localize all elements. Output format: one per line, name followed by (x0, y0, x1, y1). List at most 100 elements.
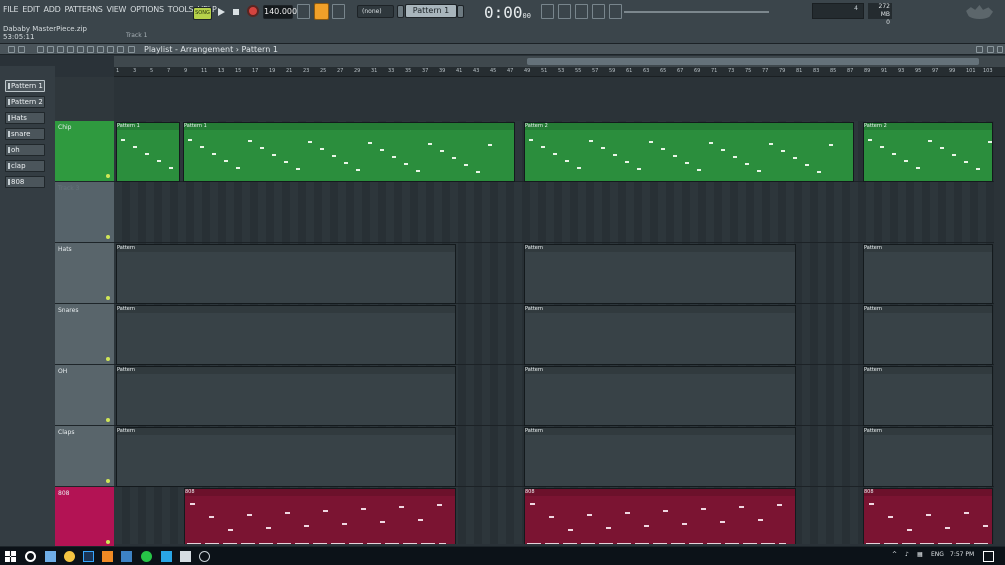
tempo-display[interactable]: 140.000 (263, 5, 297, 19)
horizontal-scrollbar[interactable] (114, 56, 1005, 67)
playlist-grid[interactable]: Pattern 1 Pattern 1 Pattern 2 Pattern 2 … (114, 77, 1005, 544)
plugin-browser-icon[interactable] (609, 4, 622, 19)
network-icon[interactable]: ▦ (917, 551, 923, 558)
song-mode-button[interactable]: SONG (193, 7, 212, 20)
master-volume-slider[interactable] (624, 11, 769, 13)
oh-clip[interactable]: Pattern (116, 366, 456, 426)
play-button[interactable] (215, 5, 227, 19)
telegram-icon[interactable] (161, 551, 172, 562)
search-icon[interactable] (25, 551, 36, 562)
midi-note (121, 139, 125, 141)
track-header-claps[interactable]: Claps (55, 426, 114, 487)
fl-studio-icon[interactable] (102, 551, 113, 562)
maximize-icon[interactable] (987, 46, 994, 53)
claps-clip[interactable]: Pattern (116, 427, 456, 487)
808-clip[interactable]: 808 (184, 488, 456, 544)
midi-note (248, 140, 252, 142)
pattern-item-snare[interactable]: snare (5, 128, 45, 140)
pattern-item-oh[interactable]: oh (5, 144, 45, 156)
tray-arrow-icon[interactable]: ^ (892, 551, 897, 558)
menu-options[interactable]: OPTIONS (130, 5, 164, 14)
hats-clip[interactable]: Pattern (524, 244, 796, 304)
snap-selector[interactable]: (none) (357, 5, 394, 18)
oh-clip[interactable]: Pattern (524, 366, 796, 426)
track-header-oh[interactable]: OH (55, 365, 114, 426)
menu-tools[interactable]: TOOLS (168, 5, 194, 14)
hats-clip[interactable]: Pattern (863, 244, 993, 304)
claps-clip[interactable]: Pattern (524, 427, 796, 487)
track-header-3[interactable]: Track 3 (55, 182, 114, 243)
pattern-next-button[interactable] (457, 5, 464, 18)
808-clip[interactable]: 808 (863, 488, 993, 544)
steam-icon[interactable] (180, 551, 191, 562)
pattern-item-2[interactable]: Pattern 2 (5, 96, 45, 108)
bass-note (701, 508, 706, 510)
slice-icon[interactable] (87, 46, 94, 53)
volume-icon[interactable]: ♪ (905, 551, 909, 558)
snares-clip[interactable]: Pattern (116, 305, 456, 365)
file-explorer-icon[interactable] (45, 551, 56, 562)
menu-add[interactable]: ADD (44, 5, 61, 14)
scrollbar-thumb[interactable] (527, 58, 979, 65)
system-clock[interactable]: 7:57 PM (950, 551, 974, 558)
chip-pattern-clip[interactable]: Pattern 2 (524, 122, 854, 182)
slip-icon[interactable] (77, 46, 84, 53)
menu-view[interactable]: VIEW (107, 5, 127, 14)
arrangement-icon[interactable] (128, 46, 135, 53)
ruler-tick-75: 75 (745, 68, 752, 74)
magnet-icon[interactable] (18, 46, 25, 53)
whatsapp-icon[interactable] (141, 551, 152, 562)
chip-pattern-clip[interactable]: Pattern 1 (183, 122, 515, 182)
paint-icon[interactable] (47, 46, 54, 53)
loop-record-icon[interactable] (332, 4, 345, 19)
track-header-chip[interactable]: Chip (55, 121, 114, 182)
playlist-icon[interactable] (541, 4, 554, 19)
clock-app-icon[interactable] (199, 551, 210, 562)
track-header-808[interactable]: 808 (55, 487, 114, 548)
chrome-icon[interactable] (64, 551, 75, 562)
notification-icon[interactable] (983, 551, 994, 562)
metronome-icon[interactable] (297, 4, 310, 19)
snares-clip[interactable]: Pattern (524, 305, 796, 365)
oh-clip[interactable]: Pattern (863, 366, 993, 426)
download-icon[interactable] (121, 551, 132, 562)
menu-file[interactable]: FILE (3, 5, 19, 14)
mute-icon[interactable] (67, 46, 74, 53)
mixer-icon[interactable] (592, 4, 605, 19)
stop-button[interactable] (230, 5, 242, 19)
playback-icon[interactable] (117, 46, 124, 53)
chip-pattern-clip[interactable]: Pattern 1 (116, 122, 180, 182)
delete-icon[interactable] (57, 46, 64, 53)
zoom-icon[interactable] (107, 46, 114, 53)
close-icon[interactable] (997, 46, 1003, 53)
menu-patterns[interactable]: PATTERNS (64, 5, 102, 14)
timeline-ruler[interactable]: 1 3 5 7 9 11 13 15 17 19 21 23 25 27 29 31 33 35 37 39 41 43 4… (114, 67, 1005, 77)
chip-pattern-clip[interactable]: Pattern 2 (863, 122, 993, 182)
ruler-tick-73: 73 (728, 68, 735, 74)
pattern-selector[interactable]: Pattern 1 (405, 4, 457, 18)
pattern-prev-button[interactable] (397, 5, 404, 18)
playlist-menu-icon[interactable] (8, 46, 15, 53)
track-header-snares[interactable]: Snares (55, 304, 114, 365)
track-header-hats[interactable]: Hats (55, 243, 114, 304)
select-icon[interactable] (97, 46, 104, 53)
start-icon[interactable] (5, 551, 16, 562)
draw-icon[interactable] (37, 46, 44, 53)
minimize-icon[interactable] (976, 46, 983, 53)
piano-roll-icon[interactable] (558, 4, 571, 19)
record-button[interactable] (247, 5, 259, 17)
hats-clip[interactable]: Pattern (116, 244, 456, 304)
pattern-item-808[interactable]: 808 (5, 176, 45, 188)
wait-record-icon[interactable] (314, 3, 329, 20)
channel-rack-icon[interactable] (575, 4, 588, 19)
photoshop-icon[interactable] (83, 551, 94, 562)
claps-clip[interactable]: Pattern (863, 427, 993, 487)
pattern-item-1[interactable]: Pattern 1 (5, 80, 45, 92)
pattern-item-hats[interactable]: Hats (5, 112, 45, 124)
pattern-item-clap[interactable]: clap (5, 160, 45, 172)
ruler-tick-13: 13 (218, 68, 225, 74)
snares-clip[interactable]: Pattern (863, 305, 993, 365)
808-clip[interactable]: 808 (524, 488, 796, 544)
menu-edit[interactable]: EDIT (22, 5, 40, 14)
language-indicator[interactable]: ENG (931, 551, 944, 558)
